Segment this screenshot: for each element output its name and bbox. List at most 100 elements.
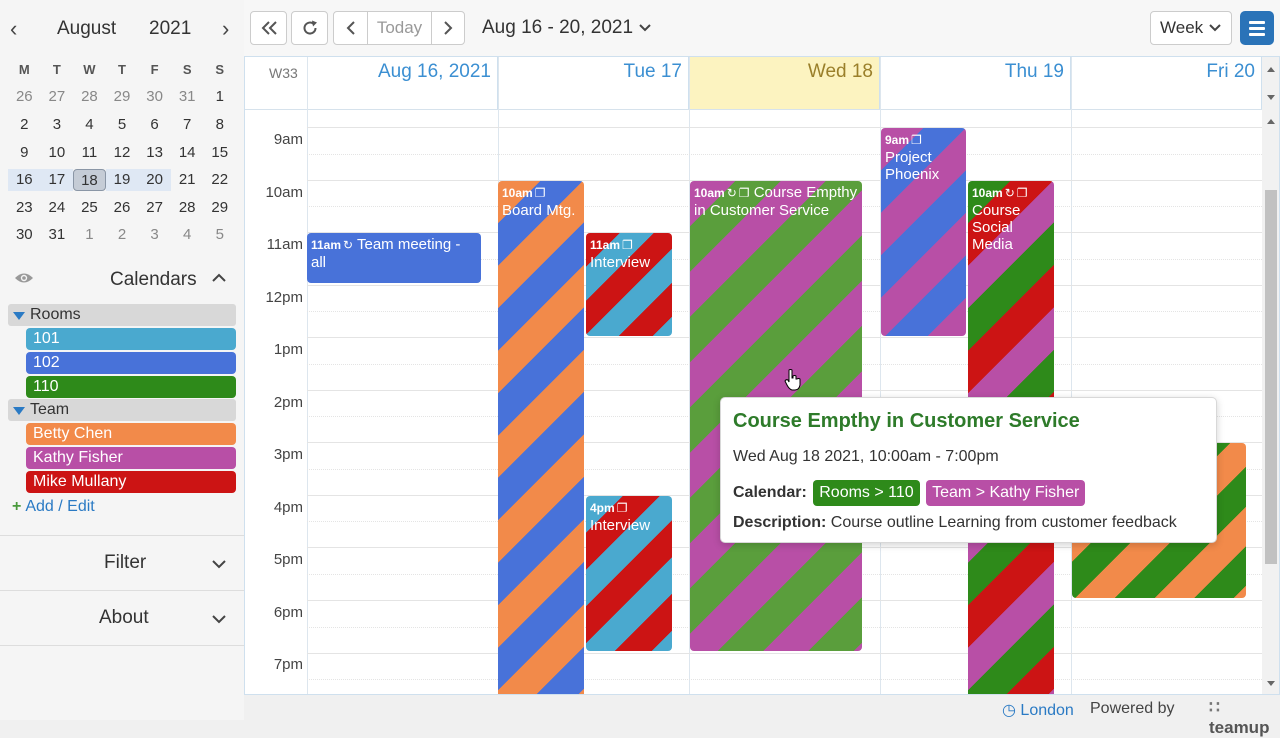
- scroll-down-icon[interactable]: [1267, 95, 1275, 100]
- mini-calendar-day[interactable]: 17: [40, 169, 74, 192]
- mini-calendar-day[interactable]: 4: [73, 114, 106, 136]
- copy-icon: ❐: [534, 186, 546, 200]
- hamburger-icon: [1249, 21, 1265, 24]
- grid-scrollbar[interactable]: [1262, 57, 1279, 694]
- chevron-up-icon[interactable]: [210, 270, 228, 284]
- mini-calendar-day[interactable]: 3: [41, 114, 74, 136]
- day-header[interactable]: Tue 17: [498, 57, 689, 109]
- prev-month-icon[interactable]: ‹: [10, 16, 17, 42]
- mini-calendar-day[interactable]: 11: [73, 142, 106, 164]
- menu-button[interactable]: [1240, 11, 1274, 45]
- calendar-item-110[interactable]: 110: [26, 376, 236, 398]
- mini-calendar-day[interactable]: 1: [73, 224, 106, 246]
- add-edit-calendars-link[interactable]: + Add / Edit: [12, 498, 95, 516]
- calendar-item-mike-mullany[interactable]: Mike Mullany: [26, 471, 236, 493]
- mini-calendar-day[interactable]: 16: [8, 169, 41, 192]
- mini-calendar-day[interactable]: 26: [8, 86, 41, 108]
- mini-calendar-day[interactable]: 9: [8, 142, 41, 164]
- mini-calendar-day[interactable]: 5: [106, 114, 139, 136]
- weekday-label: S: [215, 61, 225, 77]
- scroll-down-icon[interactable]: [1267, 681, 1275, 686]
- scrollbar-thumb[interactable]: [1265, 190, 1277, 564]
- half-hour-line: [307, 679, 1262, 680]
- mini-calendar-day[interactable]: 12: [106, 142, 139, 164]
- event-interview-2[interactable]: 4pm ❐ Interview: [586, 496, 672, 651]
- mini-calendar-day[interactable]: 23: [8, 197, 41, 219]
- prev-week-button[interactable]: [334, 12, 368, 44]
- hamburger-icon-line: [1249, 33, 1265, 36]
- event-title: Interview: [590, 254, 651, 271]
- date-range-dropdown[interactable]: Aug 16 - 20, 2021: [482, 17, 652, 39]
- event-board-meeting[interactable]: 10am ❐ Board Mtg.: [498, 181, 584, 694]
- mini-calendar-day[interactable]: 27: [138, 197, 171, 219]
- mini-calendar-day[interactable]: 14: [171, 142, 204, 164]
- timezone-link[interactable]: ◷ London: [1002, 700, 1074, 720]
- mini-calendar-day[interactable]: 1: [203, 86, 236, 108]
- mini-calendar-day[interactable]: 31: [171, 86, 204, 108]
- toolbar: Today Aug 16 - 20, 2021 Week: [244, 0, 1280, 56]
- mini-calendar-day[interactable]: 25: [73, 197, 106, 219]
- next-month-icon[interactable]: ›: [222, 16, 229, 42]
- calendar-item-kathy-fisher[interactable]: Kathy Fisher: [26, 447, 236, 469]
- mini-calendar-day[interactable]: 30: [138, 86, 171, 108]
- calendar-item-102[interactable]: 102: [26, 352, 236, 374]
- calendar-group-rooms[interactable]: Rooms: [8, 304, 236, 326]
- mini-calendar-day[interactable]: 3: [138, 224, 171, 246]
- mini-calendar-day[interactable]: 27: [41, 86, 74, 108]
- mini-calendar-day[interactable]: 22: [203, 169, 236, 191]
- mini-calendar-day[interactable]: 29: [203, 197, 236, 219]
- scroll-up-icon[interactable]: [1267, 119, 1275, 124]
- day-header[interactable]: Fri 20: [1071, 57, 1262, 109]
- event-interview-1[interactable]: 11am ❐ Interview: [586, 233, 672, 336]
- mini-calendar-year[interactable]: 2021: [149, 18, 191, 40]
- mini-calendar-day[interactable]: 28: [73, 86, 106, 108]
- collapse-sidebar-button[interactable]: [250, 11, 287, 45]
- mini-calendar-day[interactable]: 2: [8, 114, 41, 136]
- mini-calendar-day[interactable]: 24: [41, 197, 74, 219]
- today-button[interactable]: Today: [368, 12, 432, 44]
- mini-calendar-today[interactable]: 18: [73, 169, 106, 192]
- mini-calendar-day[interactable]: 29: [106, 86, 139, 108]
- calendar-group-team[interactable]: Team: [8, 399, 236, 421]
- chevron-down-icon: [1209, 24, 1221, 32]
- mini-calendar-weekdays: M T W T F S S: [8, 56, 236, 84]
- refresh-button[interactable]: [291, 11, 328, 45]
- mini-calendar-day[interactable]: 4: [171, 224, 204, 246]
- mini-calendar-day[interactable]: 7: [171, 114, 204, 136]
- mini-calendar-day[interactable]: 6: [138, 114, 171, 136]
- brand-link[interactable]: ∷ teamup: [1209, 698, 1280, 738]
- day-header-today[interactable]: Wed 18: [689, 57, 880, 109]
- mini-calendar-day[interactable]: 2: [106, 224, 139, 246]
- scroll-up-icon[interactable]: [1267, 67, 1275, 72]
- about-panel[interactable]: About: [0, 590, 244, 644]
- view-select[interactable]: Week: [1150, 11, 1232, 45]
- mini-calendar-month[interactable]: August: [57, 18, 116, 40]
- calendar-item-label: 110: [33, 378, 59, 395]
- eye-icon[interactable]: [14, 271, 34, 285]
- mini-calendar-day[interactable]: 26: [106, 197, 139, 219]
- chevron-down-icon: [212, 560, 226, 569]
- calendar-item-betty-chen[interactable]: Betty Chen: [26, 423, 236, 445]
- timezone-label: London: [1020, 702, 1074, 719]
- calendar-item-101[interactable]: 101: [26, 328, 236, 350]
- day-header[interactable]: Thu 19: [880, 57, 1071, 109]
- mini-calendar-day[interactable]: 30: [8, 224, 41, 246]
- mini-calendar-day[interactable]: 20: [138, 169, 171, 192]
- mini-calendar-day[interactable]: 15: [203, 142, 236, 164]
- calendars-title[interactable]: Calendars: [110, 269, 197, 291]
- mini-calendar-day[interactable]: 21: [171, 169, 204, 191]
- mini-calendar-day[interactable]: 5: [203, 224, 236, 246]
- mini-calendar-day[interactable]: 13: [138, 142, 171, 164]
- event-project-phoenix[interactable]: 9am ❐ Project Phoenix: [881, 128, 966, 336]
- day-header[interactable]: Aug 16, 2021: [307, 57, 498, 109]
- mini-calendar-day[interactable]: 10: [41, 142, 74, 164]
- mini-calendar-day[interactable]: 28: [171, 197, 204, 219]
- mini-calendar-day[interactable]: 19: [105, 169, 139, 192]
- mini-calendar-day[interactable]: 8: [203, 114, 236, 136]
- filter-panel[interactable]: Filter: [0, 535, 244, 589]
- mini-calendar-day[interactable]: 31: [41, 224, 74, 246]
- event-team-meeting[interactable]: 11am ↻ Team meeting - all: [307, 233, 481, 283]
- weekday-label: M: [18, 61, 30, 77]
- panel-divider: [0, 645, 244, 646]
- next-week-button[interactable]: [432, 12, 464, 44]
